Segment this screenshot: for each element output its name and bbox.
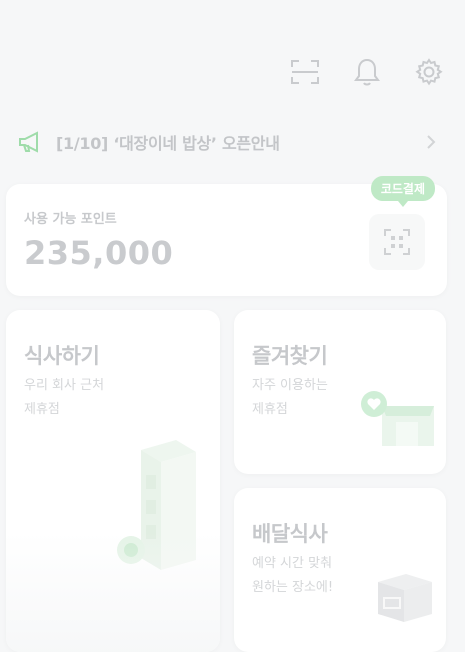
delivery-box-icon (378, 574, 432, 622)
notice-banner[interactable]: [1/10] ‘대장이네 밥상’ 오픈안내 (14, 122, 441, 162)
code-pay-button[interactable] (369, 214, 425, 270)
delivery-title: 배달식사 (252, 522, 328, 546)
scan-icon[interactable] (287, 54, 323, 90)
delivery-subtitle: 예약 시간 맞춰 원하는 장소에! (252, 556, 334, 595)
megaphone-icon (14, 126, 46, 158)
dine-title: 식사하기 (24, 344, 100, 368)
favorites-title: 즐겨찾기 (252, 344, 328, 368)
dine-subtitle: 우리 회사 근처 제휴점 (24, 378, 105, 417)
bell-icon[interactable] (349, 54, 385, 90)
points-label: 사용 가능 포인트 (24, 212, 117, 227)
gear-icon[interactable] (411, 54, 447, 90)
points-card: 사용 가능 포인트 235,000 코드결제 (6, 176, 447, 296)
chevron-right-icon (421, 132, 441, 152)
delivery-card[interactable]: 배달식사 예약 시간 맞춰 원하는 장소에! (234, 488, 446, 652)
notice-text: [1/10] ‘대장이네 밥상’ 오픈안내 (56, 134, 280, 153)
building-illustration (117, 440, 196, 570)
dine-card[interactable]: 식사하기 우리 회사 근처 제휴점 (6, 310, 220, 652)
points-value: 235,000 (24, 234, 174, 272)
qr-scan-icon (384, 229, 410, 255)
code-pay-badge: 코드결제 (370, 176, 435, 207)
store-heart-icon (361, 391, 434, 446)
top-toolbar (287, 52, 447, 92)
favorites-card[interactable]: 즐겨찾기 자주 이용하는 제휴점 (234, 310, 446, 474)
